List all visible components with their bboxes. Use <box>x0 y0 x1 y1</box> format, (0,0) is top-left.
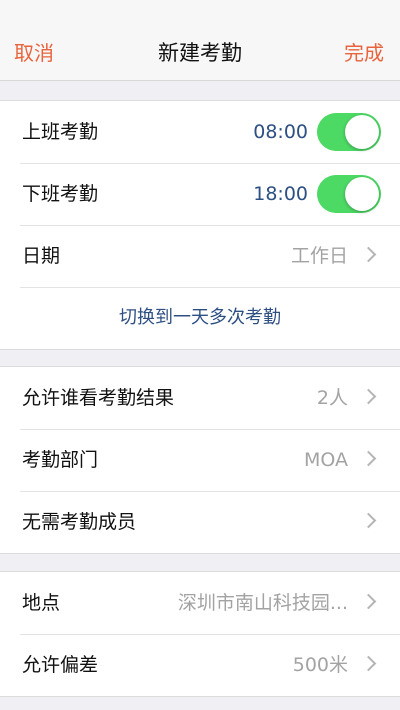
date-label: 日期 <box>22 245 61 267</box>
exempt-members-row[interactable]: 无需考勤成员 <box>0 491 400 553</box>
viewers-value: 2人 <box>316 387 348 409</box>
department-value: MOA <box>303 449 348 471</box>
clock-out-time[interactable]: 18:00 <box>253 163 308 225</box>
navigation-bar: 取消 新建考勤 完成 <box>0 0 400 81</box>
viewers-row[interactable]: 允许谁看考勤结果 2人 <box>0 367 400 429</box>
clock-in-toggle[interactable] <box>317 113 381 151</box>
toggle-knob <box>345 115 379 149</box>
location-settings-group: 地点 深圳市南山科技园... 允许偏差 500米 <box>0 571 400 697</box>
chevron-right-icon <box>360 388 377 405</box>
clock-out-toggle[interactable] <box>317 175 381 213</box>
location-label: 地点 <box>22 592 61 614</box>
tolerance-label: 允许偏差 <box>22 654 99 676</box>
people-settings-group: 允许谁看考勤结果 2人 考勤部门 MOA 无需考勤成员 <box>0 366 400 554</box>
clock-in-row: 上班考勤 08:00 <box>0 101 400 163</box>
switch-multiple-attendance-link[interactable]: 切换到一天多次考勤 <box>0 287 400 349</box>
clock-in-label: 上班考勤 <box>22 121 99 143</box>
tolerance-row[interactable]: 允许偏差 500米 <box>0 634 400 696</box>
clock-out-label: 下班考勤 <box>22 183 99 205</box>
date-row[interactable]: 日期 工作日 <box>0 225 400 287</box>
done-button[interactable]: 完成 <box>344 38 384 68</box>
clock-in-time[interactable]: 08:00 <box>253 101 308 163</box>
location-row[interactable]: 地点 深圳市南山科技园... <box>0 572 400 634</box>
exempt-members-label: 无需考勤成员 <box>22 511 137 533</box>
switch-mode-row: 切换到一天多次考勤 <box>0 287 400 349</box>
chevron-right-icon <box>360 512 377 529</box>
department-row[interactable]: 考勤部门 MOA <box>0 429 400 491</box>
chevron-right-icon <box>360 593 377 610</box>
chevron-right-icon <box>360 655 377 672</box>
page-title: 新建考勤 <box>158 41 242 65</box>
department-label: 考勤部门 <box>22 449 99 471</box>
chevron-right-icon <box>360 246 377 263</box>
date-value: 工作日 <box>290 245 348 267</box>
chevron-right-icon <box>360 450 377 467</box>
toggle-knob <box>345 177 379 211</box>
clock-out-row: 下班考勤 18:00 <box>0 163 400 225</box>
location-value: 深圳市南山科技园... <box>177 592 348 614</box>
tolerance-value: 500米 <box>292 654 348 676</box>
viewers-label: 允许谁看考勤结果 <box>22 387 175 409</box>
shift-settings-group: 上班考勤 08:00 下班考勤 18:00 日期 工作日 切换到一天多次考勤 <box>0 100 400 350</box>
